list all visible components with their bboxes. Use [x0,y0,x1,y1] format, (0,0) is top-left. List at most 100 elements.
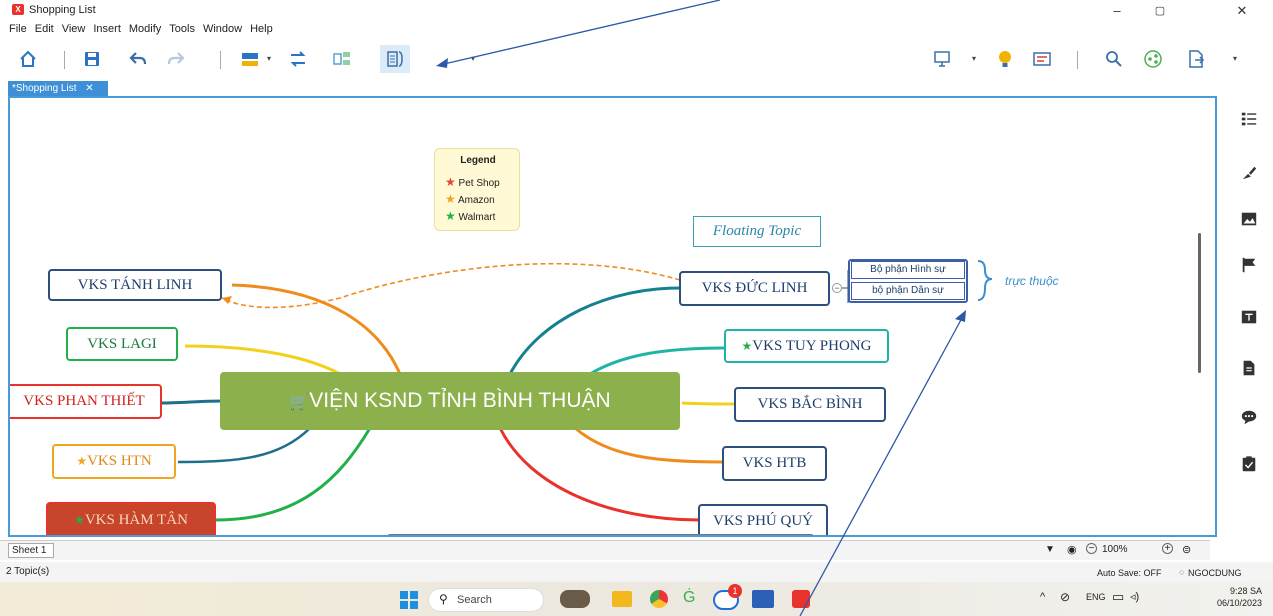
presentation-dropdown-icon[interactable]: ▾ [972,54,976,63]
zoom-level[interactable]: 100% [1102,544,1128,555]
boundary-dropdown-icon[interactable]: ▾ [471,54,475,63]
menu-modify[interactable]: Modify [129,22,161,36]
floating-topic[interactable]: Floating Topic [693,216,821,247]
comment-icon[interactable] [1238,406,1260,428]
redo-icon[interactable] [164,47,188,71]
coccoc-icon[interactable]: Ġ [683,589,703,609]
mindmap-canvas[interactable]: Legend ★ Pet Shop ★ Amazon ★ Walmart Flo… [8,96,1217,537]
relationship-icon[interactable] [286,47,310,71]
language-indicator[interactable]: ENG [1086,592,1106,602]
tab-shopping-list[interactable]: *Shopping List ✕ [8,81,108,96]
collapse-icon[interactable]: − [832,283,842,293]
image-icon[interactable] [1238,208,1260,230]
network-icon[interactable]: ⊘ [1060,590,1070,604]
share-icon[interactable] [1141,47,1165,71]
summary-icon[interactable] [330,47,354,71]
undo-icon[interactable] [126,47,150,71]
user-dot-icon: ○ [1179,567,1185,577]
central-topic[interactable]: 🛒VIỆN KSND TỈNH BÌNH THUẬN [220,372,680,430]
format-icon[interactable] [1238,162,1260,184]
minimize-button[interactable]: – [1097,2,1137,20]
outline-panel-icon[interactable] [1238,108,1260,130]
topic-vks-phan-thiet[interactable]: VKS PHAN THIẾT [10,384,162,419]
file-explorer-icon[interactable] [612,591,632,607]
subtopic-dan-su[interactable]: bộ phận Dân sự [851,282,965,300]
xmind-icon[interactable] [792,590,810,608]
text-icon[interactable] [1238,306,1260,328]
legend-title: Legend [460,155,496,166]
chrome-icon[interactable] [650,590,668,608]
close-button[interactable]: ✕ [1222,2,1262,20]
taskbar-search[interactable]: ⚲ Search [428,588,544,612]
topic-vks-phu-quy[interactable]: VKS PHÚ QUÝ [698,504,828,535]
clock-time[interactable]: 9:28 SA [1218,586,1262,596]
export-icon[interactable] [1184,47,1208,71]
tab-label: *Shopping List [12,83,77,94]
topic-vks-duc-linh[interactable]: VKS ĐỨC LINH [679,271,830,306]
title-bar: X Shopping List – ▢ ✕ [0,0,1273,22]
menu-view[interactable]: View [62,22,86,36]
sheet-tab[interactable]: Sheet 1 [8,543,54,558]
topic-count: 2 Topic(s) [6,566,50,577]
legend-item: ★ Pet Shop [445,175,500,189]
filter-icon[interactable]: ▼ [1045,544,1055,555]
topic-vks-tanh-linh[interactable]: VKS TÁNH LINH [48,269,222,301]
search-icon[interactable] [1102,47,1126,71]
export-dropdown-icon[interactable]: ▾ [1233,54,1237,63]
legend-item: ★ Walmart [445,209,496,223]
app-logo-icon: X [12,4,24,15]
menu-insert[interactable]: Insert [93,22,121,36]
topic-icon[interactable] [238,47,262,71]
right-panel [1225,96,1273,566]
horizontal-scrollbar[interactable] [388,534,813,535]
display-icon[interactable]: ▭ [1112,589,1124,605]
zoom-out-icon[interactable]: − [1086,543,1097,554]
outline-icon[interactable] [1030,47,1054,71]
central-topic-label: VIỆN KSND TỈNH BÌNH THUẬN [309,389,611,412]
topic-label: VKS HTN [87,453,152,469]
subtopic-hinh-su[interactable]: Bộ phận Hình sự [851,261,965,279]
fit-icon[interactable]: ⊜ [1182,543,1191,556]
task-icon[interactable] [1238,453,1260,475]
toolbar: ▾ ▾ ▾ ▾ [0,39,1273,79]
topic-vks-htb[interactable]: VKS HTB [722,446,827,481]
notes-icon[interactable] [1238,357,1260,379]
autosave-status[interactable]: Auto Save: OFF [1097,568,1162,578]
window-title: Shopping List [29,4,96,16]
summary-label[interactable]: trực thuộc [1005,274,1059,288]
widget-icon[interactable] [560,590,590,608]
vertical-scrollbar[interactable] [1198,233,1201,373]
topic-label: VKS HÀM TÂN [84,512,188,528]
clock-date[interactable]: 06/10/2023 [1200,598,1262,608]
topic-vks-htn[interactable]: ★VKS HTN [52,444,176,479]
maximize-button[interactable]: ▢ [1140,2,1180,20]
star-icon: ★ [445,192,456,206]
marker-icon[interactable] [1238,254,1260,276]
user-name[interactable]: NGOCDUNG [1188,568,1242,578]
topic-vks-ham-tan[interactable]: ★VKS HÀM TÂN [46,502,216,535]
menu-help[interactable]: Help [250,22,273,36]
legend[interactable]: Legend ★ Pet Shop ★ Amazon ★ Walmart [434,148,520,231]
windows-start-icon[interactable] [400,591,418,609]
zoom-in-icon[interactable]: + [1162,543,1173,554]
topic-vks-lagi[interactable]: VKS LAGI [66,327,178,361]
menu-window[interactable]: Window [203,22,242,36]
boundary-icon[interactable] [380,45,410,73]
home-icon[interactable] [16,47,40,71]
search-icon: ⚲ [439,592,448,606]
save-icon[interactable] [80,47,104,71]
sheet-bar: Sheet 1 ▼ ◉ − 100% + ⊜ [0,540,1210,560]
menu-file[interactable]: File [9,22,27,36]
menu-tools[interactable]: Tools [169,22,195,36]
eye-icon[interactable]: ◉ [1067,543,1077,556]
word-icon[interactable] [752,590,774,608]
topic-dropdown-icon[interactable]: ▾ [267,54,271,63]
tab-close-icon[interactable]: ✕ [85,83,93,94]
presentation-icon[interactable] [930,47,954,71]
topic-vks-tuy-phong[interactable]: ★VKS TUY PHONG [724,329,889,363]
topic-vks-bac-binh[interactable]: VKS BẮC BÌNH [734,387,886,422]
menu-edit[interactable]: Edit [35,22,54,36]
volume-icon[interactable]: ◃) [1130,590,1139,603]
tray-chevron-icon[interactable]: ^ [1040,591,1045,603]
idea-icon[interactable] [993,47,1017,71]
